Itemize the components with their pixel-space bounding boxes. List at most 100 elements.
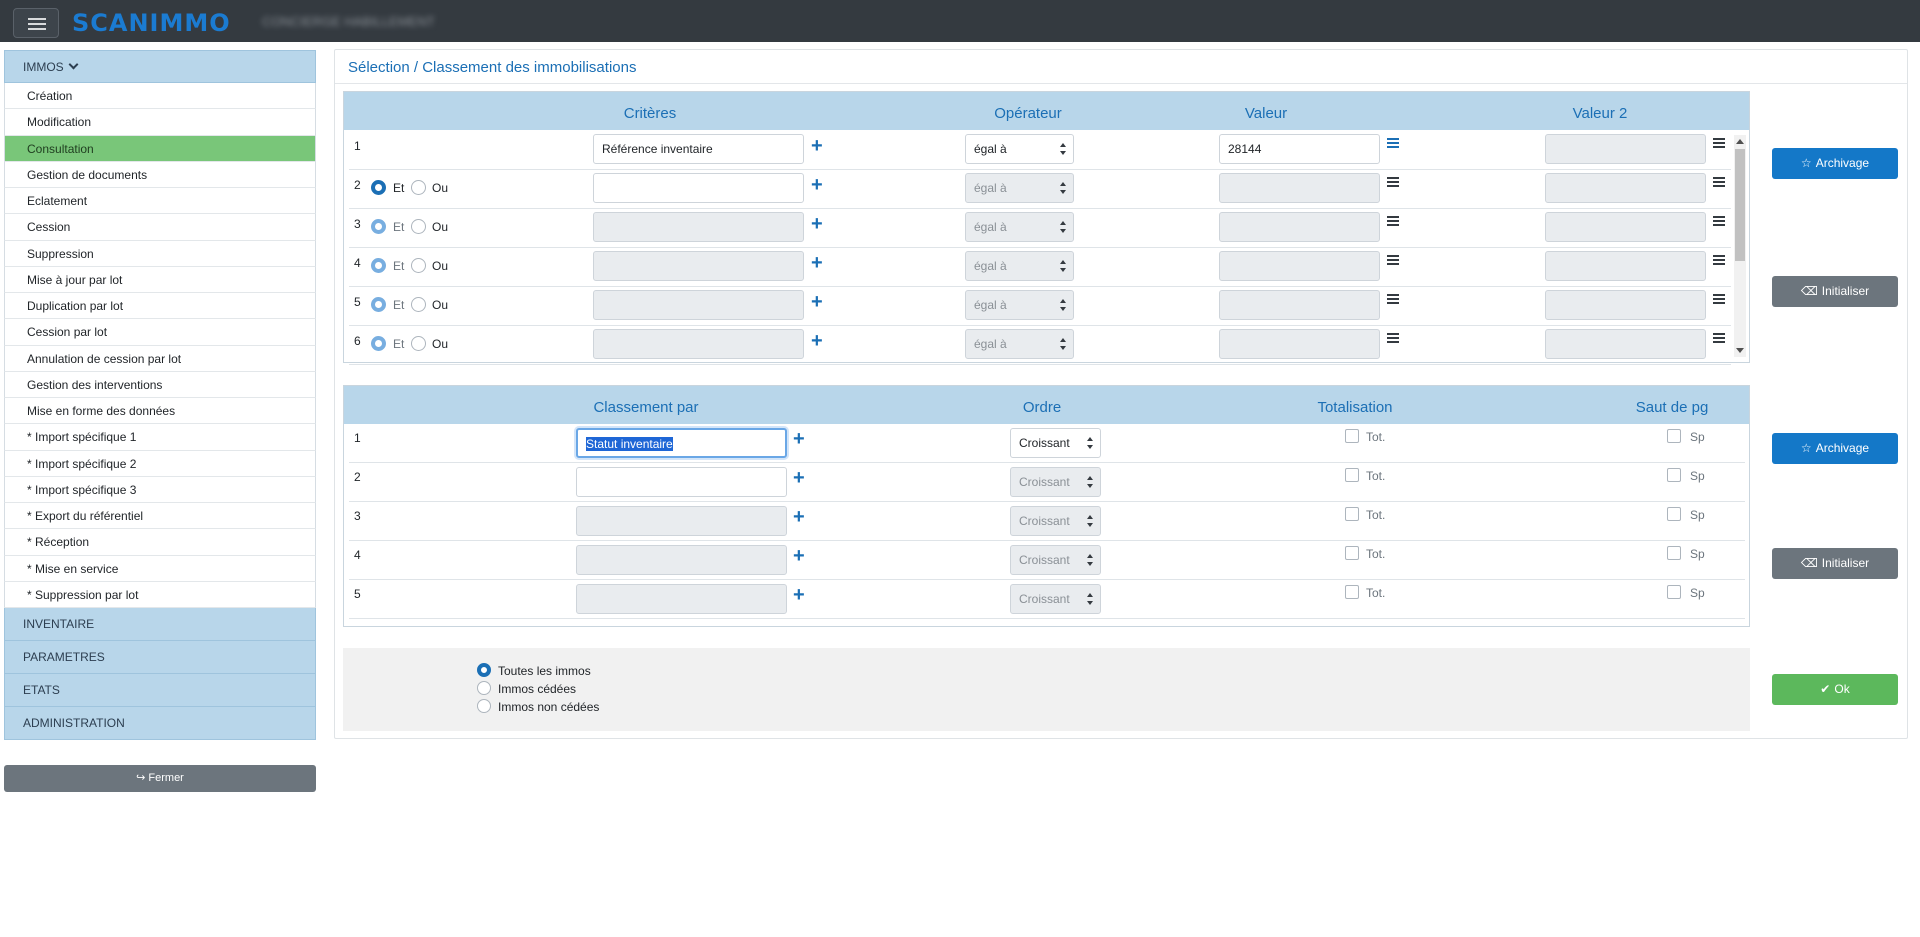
sidebar-item[interactable]: Suppression: [4, 240, 316, 267]
sidebar-item[interactable]: Annulation de cession par lot: [4, 345, 316, 372]
sorting-archive-button[interactable]: ☆ Archivage: [1772, 433, 1898, 464]
sidebar-item[interactable]: Duplication par lot: [4, 293, 316, 320]
sidebar-item[interactable]: Cession par lot: [4, 319, 316, 346]
value-list-icon[interactable]: [1387, 333, 1399, 343]
value-input[interactable]: [1219, 173, 1380, 203]
operator-select[interactable]: égal à: [965, 329, 1074, 359]
sidebar-item[interactable]: Cession: [4, 214, 316, 241]
sidebar-group[interactable]: ADMINISTRATION: [4, 707, 316, 740]
page-break-checkbox[interactable]: [1667, 468, 1681, 482]
add-criteria-plus-icon[interactable]: +: [811, 331, 823, 351]
page-break-checkbox[interactable]: [1667, 585, 1681, 599]
value2-list-icon[interactable]: [1713, 294, 1725, 304]
sort-by-input[interactable]: [576, 584, 787, 614]
value2-input[interactable]: [1545, 212, 1706, 242]
sidebar-item[interactable]: Gestion des interventions: [4, 371, 316, 398]
and-radio[interactable]: [371, 219, 386, 234]
and-radio[interactable]: [371, 297, 386, 312]
or-radio[interactable]: [411, 180, 426, 195]
value2-input[interactable]: [1545, 173, 1706, 203]
add-sort-plus-icon[interactable]: +: [793, 585, 805, 605]
total-checkbox[interactable]: [1345, 429, 1359, 443]
sidebar-section-immos[interactable]: IMMOS: [4, 50, 316, 83]
sidebar-item[interactable]: Création: [4, 83, 316, 110]
page-break-checkbox[interactable]: [1667, 507, 1681, 521]
and-radio[interactable]: [371, 336, 386, 351]
sidebar-item[interactable]: * Suppression par lot: [4, 581, 316, 608]
add-sort-plus-icon[interactable]: +: [793, 468, 805, 488]
value-input[interactable]: [1219, 251, 1380, 281]
total-checkbox[interactable]: [1345, 468, 1359, 482]
sidebar-item[interactable]: Consultation: [4, 135, 316, 162]
or-radio[interactable]: [411, 336, 426, 351]
value2-list-icon[interactable]: [1713, 333, 1725, 343]
order-select[interactable]: Croissant: [1010, 584, 1101, 614]
and-radio[interactable]: [371, 180, 386, 195]
sidebar-item[interactable]: * Import spécifique 2: [4, 450, 316, 477]
order-select[interactable]: Croissant: [1010, 545, 1101, 575]
operator-select[interactable]: égal à: [965, 212, 1074, 242]
criteria-archive-button[interactable]: ☆ Archivage: [1772, 148, 1898, 179]
value2-list-icon[interactable]: [1713, 177, 1725, 187]
sidebar-item[interactable]: * Import spécifique 3: [4, 476, 316, 503]
sort-by-input[interactable]: Statut inventaire: [576, 428, 787, 458]
add-sort-plus-icon[interactable]: +: [793, 507, 805, 527]
value-input[interactable]: [1219, 212, 1380, 242]
order-select[interactable]: Croissant: [1010, 467, 1101, 497]
close-button[interactable]: ↪ Fermer: [4, 765, 316, 792]
criteria-scrollbar[interactable]: [1734, 135, 1746, 357]
criteria-input[interactable]: [593, 251, 804, 281]
or-radio[interactable]: [411, 297, 426, 312]
and-radio[interactable]: [371, 258, 386, 273]
cession-filter-radio[interactable]: [477, 663, 491, 677]
add-criteria-plus-icon[interactable]: +: [811, 175, 823, 195]
sidebar-item[interactable]: Mise en forme des données: [4, 398, 316, 425]
value-list-icon[interactable]: [1387, 255, 1399, 265]
criteria-input[interactable]: [593, 173, 804, 203]
cession-filter-radio[interactable]: [477, 681, 491, 695]
sort-by-input[interactable]: [576, 467, 787, 497]
order-select[interactable]: Croissant: [1010, 428, 1101, 458]
sidebar-item[interactable]: * Export du référentiel: [4, 503, 316, 530]
operator-select[interactable]: égal à: [965, 173, 1074, 203]
sort-by-input[interactable]: [576, 506, 787, 536]
or-radio[interactable]: [411, 219, 426, 234]
value2-list-icon[interactable]: [1713, 216, 1725, 226]
order-select[interactable]: Croissant: [1010, 506, 1101, 536]
operator-select[interactable]: égal à: [965, 290, 1074, 320]
total-checkbox[interactable]: [1345, 507, 1359, 521]
or-radio[interactable]: [411, 258, 426, 273]
sidebar-group[interactable]: PARAMETRES: [4, 641, 316, 674]
sidebar-item[interactable]: Mise à jour par lot: [4, 266, 316, 293]
value2-input[interactable]: [1545, 329, 1706, 359]
total-checkbox[interactable]: [1345, 585, 1359, 599]
sidebar-item[interactable]: Modification: [4, 109, 316, 136]
total-checkbox[interactable]: [1345, 546, 1359, 560]
add-criteria-plus-icon[interactable]: +: [811, 292, 823, 312]
add-criteria-plus-icon[interactable]: +: [811, 214, 823, 234]
sidebar-item[interactable]: * Réception: [4, 529, 316, 556]
criteria-reset-button[interactable]: ⌫ Initialiser: [1772, 276, 1898, 307]
page-break-checkbox[interactable]: [1667, 429, 1681, 443]
sorting-reset-button[interactable]: ⌫ Initialiser: [1772, 548, 1898, 579]
sort-by-input[interactable]: [576, 545, 787, 575]
operator-select[interactable]: égal à: [965, 134, 1074, 164]
value2-list-icon[interactable]: [1713, 255, 1725, 265]
add-criteria-plus-icon[interactable]: +: [811, 136, 823, 156]
operator-select[interactable]: égal à: [965, 251, 1074, 281]
criteria-input[interactable]: [593, 329, 804, 359]
sidebar-item[interactable]: * Import spécifique 1: [4, 424, 316, 451]
criteria-input[interactable]: [593, 290, 804, 320]
value-input[interactable]: [1219, 290, 1380, 320]
scroll-thumb[interactable]: [1735, 149, 1745, 261]
value-list-icon[interactable]: [1387, 216, 1399, 226]
value2-input[interactable]: [1545, 251, 1706, 281]
sidebar-group[interactable]: ETATS: [4, 674, 316, 707]
sidebar-item[interactable]: Eclatement: [4, 188, 316, 215]
cession-filter-radio[interactable]: [477, 699, 491, 713]
criteria-input[interactable]: [593, 212, 804, 242]
add-sort-plus-icon[interactable]: +: [793, 429, 805, 449]
add-criteria-plus-icon[interactable]: +: [811, 253, 823, 273]
value-list-icon[interactable]: [1387, 177, 1399, 187]
scroll-down-icon[interactable]: [1736, 348, 1744, 353]
